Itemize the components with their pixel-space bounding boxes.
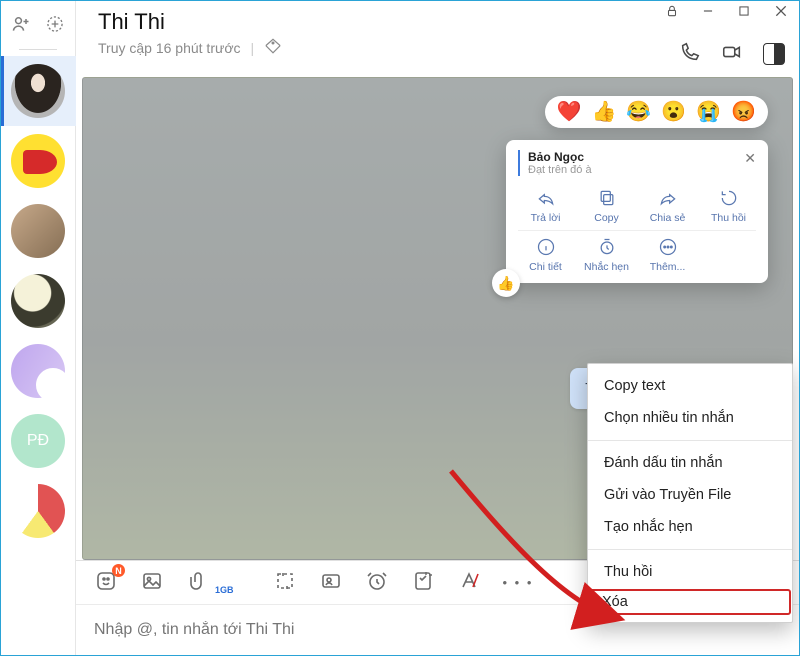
reaction-picker[interactable]: ❤️ 👍 😂 😮 😭 😡 (545, 96, 768, 128)
divider-vertical: | (251, 40, 255, 56)
detail-action[interactable]: Chi tiết (518, 237, 573, 273)
sidebar-toggle-icon[interactable] (763, 43, 785, 65)
reaction-wow[interactable]: 😮 (661, 102, 686, 122)
chat-item-1[interactable] (1, 56, 76, 126)
rail-divider (19, 49, 57, 50)
chat-title: Thi Thi (98, 9, 165, 35)
alarm-icon[interactable] (365, 569, 389, 596)
call-icon[interactable] (679, 41, 701, 66)
quoted-message: Bảo Ngọc Đạt trên đó à (518, 150, 592, 176)
ctx-recall[interactable]: Thu hồi (588, 556, 792, 588)
quote-text: Đạt trên đó à (528, 164, 592, 176)
video-call-icon[interactable] (721, 41, 743, 66)
ctx-copy-text[interactable]: Copy text (588, 370, 792, 402)
chat-item-3[interactable] (1, 196, 76, 266)
reaction-haha[interactable]: 😂 (626, 102, 651, 122)
app-window: PĐ Thi Thi Truy cập 16 phút trước | (0, 0, 800, 656)
ctx-send-file[interactable]: Gửi vào Truyền File (588, 479, 792, 511)
task-icon[interactable] (411, 569, 435, 596)
quote-author: Bảo Ngọc (528, 150, 592, 164)
chat-item-6[interactable]: PĐ (1, 406, 76, 476)
reaction-cry[interactable]: 😭 (696, 102, 721, 122)
attach-icon[interactable] (186, 569, 210, 596)
format-icon[interactable] (457, 569, 481, 596)
rail-top-icons (1, 7, 76, 43)
avatar-announcement (11, 134, 65, 188)
chat-item-5[interactable] (1, 336, 76, 406)
ctx-make-reminder[interactable]: Tạo nhắc hẹn (588, 511, 792, 543)
avatar (11, 484, 65, 538)
message-input[interactable] (94, 621, 781, 639)
reaction-like[interactable]: 👍 (591, 102, 616, 122)
more-tools-icon[interactable]: • • • (503, 575, 534, 590)
group-add-icon[interactable] (45, 14, 65, 37)
chat-item-4[interactable] (1, 266, 76, 336)
avatar (11, 64, 65, 118)
ctx-mark[interactable]: Đánh dấu tin nhắn (588, 447, 792, 479)
more-action[interactable]: Thêm... (640, 237, 695, 273)
ctx-delete[interactable]: Xóa (588, 588, 792, 616)
chat-header: Thi Thi Truy cập 16 phút trước | (76, 1, 799, 77)
screenshot-icon[interactable] (273, 569, 297, 596)
remind-action[interactable]: Nhắc hẹn (579, 237, 634, 273)
reply-action[interactable]: Trả lời (518, 188, 573, 224)
ctx-multi-select[interactable]: Chọn nhiều tin nhắn (588, 402, 792, 434)
avatar (11, 274, 65, 328)
popover-close-icon[interactable]: ✕ (744, 150, 756, 176)
chat-status: Truy cập 16 phút trước (98, 40, 241, 56)
copy-action[interactable]: Copy (579, 188, 634, 224)
attach-size-label: 1GB (215, 585, 234, 595)
message-actions-popover: Bảo Ngọc Đạt trên đó à ✕ Trả lời Copy (506, 140, 768, 283)
reaction-angry[interactable]: 😡 (731, 102, 756, 122)
sticker-icon[interactable] (94, 569, 118, 596)
avatar (11, 204, 65, 258)
header-actions (679, 41, 785, 66)
chat-item-7[interactable] (1, 476, 76, 546)
share-action[interactable]: Chia sẻ (640, 188, 695, 224)
chat-item-2[interactable] (1, 126, 76, 196)
context-menu: Copy text Chọn nhiều tin nhắn Đánh dấu t… (587, 363, 793, 623)
add-contact-icon[interactable] (11, 14, 31, 37)
reaction-thumb-badge[interactable]: 👍 (492, 269, 520, 297)
recall-action[interactable]: Thu hồi (701, 188, 756, 224)
image-icon[interactable] (140, 569, 164, 596)
reaction-heart[interactable]: ❤️ (557, 102, 582, 122)
avatar-initials: PĐ (11, 414, 65, 468)
left-rail: PĐ (1, 1, 76, 655)
contact-card-icon[interactable] (319, 569, 343, 596)
tag-icon[interactable] (264, 37, 282, 58)
avatar-sub (36, 368, 70, 402)
